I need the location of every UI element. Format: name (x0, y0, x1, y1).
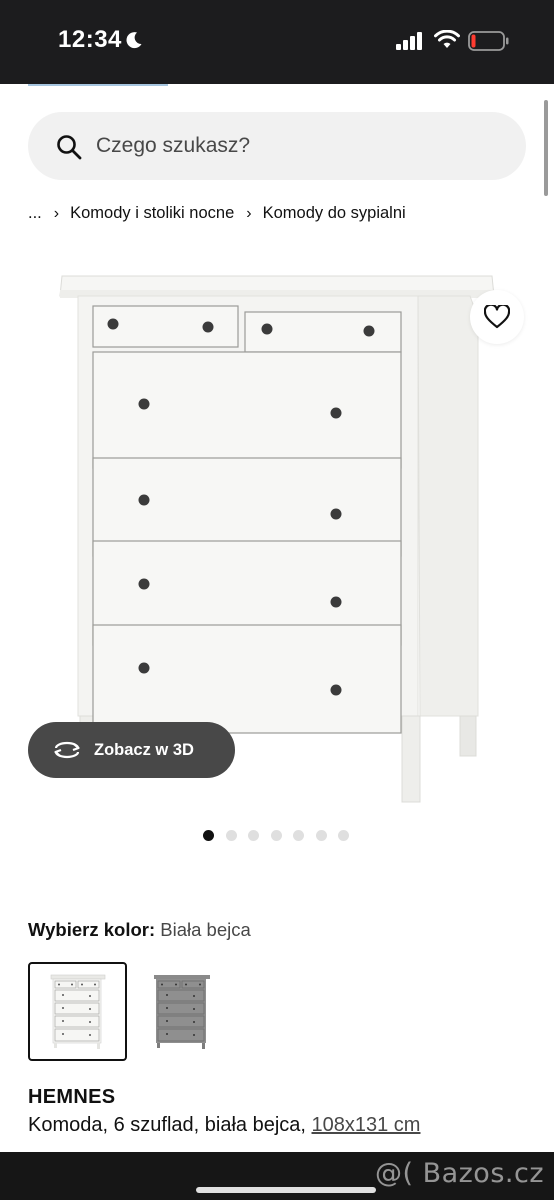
carousel-dot[interactable] (293, 830, 304, 841)
carousel-dot[interactable] (248, 830, 259, 841)
breadcrumb-item-komody-do-sypialni[interactable]: Komody do sypialni (263, 204, 406, 223)
product-size-link[interactable]: 108x131 cm (312, 1114, 421, 1136)
color-value: Biała bejca (160, 919, 251, 940)
rotate-3d-icon (54, 741, 80, 759)
carousel-dot[interactable] (203, 830, 214, 841)
accent-line (28, 84, 168, 86)
battery-icon (468, 31, 509, 51)
carousel-dot[interactable] (338, 830, 349, 841)
breadcrumb-item-komody-i-stoliki[interactable]: Komody i stoliki nocne (70, 204, 234, 223)
wishlist-button[interactable] (470, 290, 524, 344)
heart-icon (484, 305, 510, 329)
white-chest-thumbnail (50, 974, 105, 1049)
product-name: HEMNES (28, 1086, 116, 1108)
status-bar: 12:34 (0, 0, 554, 84)
signal-icon (396, 32, 422, 50)
home-indicator[interactable] (196, 1187, 376, 1193)
color-swatch-white[interactable] (28, 962, 127, 1061)
search-input[interactable]: Czego szukasz? (28, 112, 526, 180)
carousel-dot[interactable] (270, 830, 282, 841)
product-description-text: Komoda, 6 szuflad, biała bejca, (28, 1114, 306, 1136)
breadcrumb: ... › Komody i stoliki nocne › Komody do… (28, 204, 406, 223)
search-icon (57, 135, 82, 160)
carousel-dots (203, 830, 361, 841)
wifi-icon (434, 30, 460, 48)
color-label: Wybierz kolor: (28, 919, 156, 940)
view-in-3d-label: Zobacz w 3D (94, 740, 194, 759)
search-placeholder: Czego szukasz? (96, 134, 251, 157)
moon-icon (126, 32, 142, 49)
view-in-3d-button[interactable]: Zobacz w 3D (28, 722, 235, 778)
status-time: 12:34 (58, 26, 122, 53)
color-swatch-grey[interactable] (132, 962, 231, 1061)
scrollbar[interactable] (544, 100, 548, 196)
chevron-right-icon: › (53, 204, 60, 222)
chevron-right-icon: › (246, 204, 252, 222)
carousel-dot[interactable] (315, 830, 327, 841)
carousel-dot[interactable] (225, 830, 237, 841)
color-heading: Wybierz kolor: Biała bejca (28, 919, 251, 941)
product-description: Komoda, 6 szuflad, biała bejca, 108x131 … (28, 1114, 420, 1137)
grey-chest-thumbnail (153, 974, 210, 1049)
watermark: @( Bazos.cz (374, 1158, 544, 1189)
breadcrumb-item-ellipsis[interactable]: ... (28, 204, 42, 223)
